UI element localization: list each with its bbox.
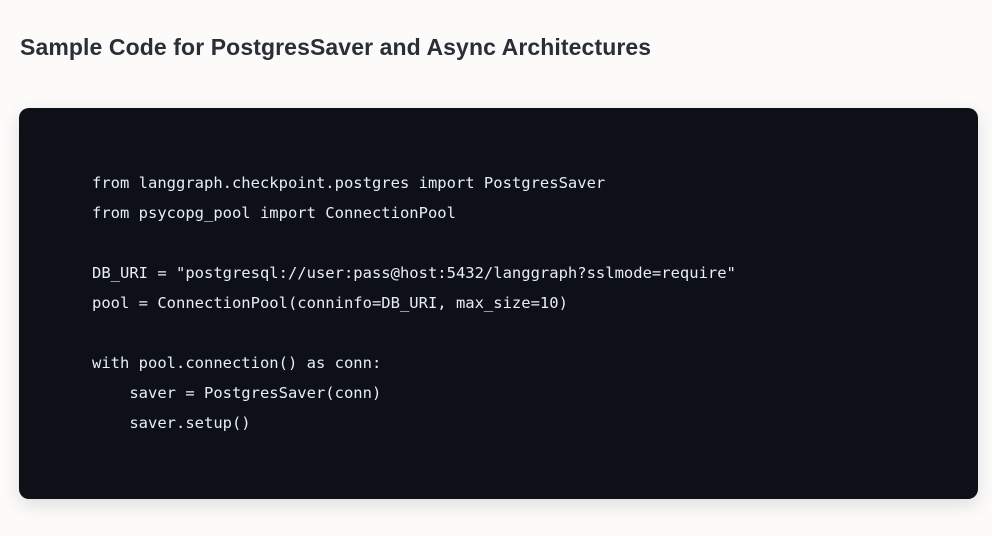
- code-block[interactable]: from langgraph.checkpoint.postgres impor…: [19, 108, 978, 499]
- code-line: from psycopg_pool import ConnectionPool: [92, 204, 456, 222]
- code-line: saver.setup(): [92, 414, 251, 432]
- code-line: DB_URI = "postgresql://user:pass@host:54…: [92, 264, 736, 282]
- code-content: from langgraph.checkpoint.postgres impor…: [92, 168, 736, 438]
- code-line: saver = PostgresSaver(conn): [92, 384, 382, 402]
- code-line: pool = ConnectionPool(conninfo=DB_URI, m…: [92, 294, 568, 312]
- section-title: Sample Code for PostgresSaver and Async …: [20, 34, 652, 60]
- code-line: with pool.connection() as conn:: [92, 354, 382, 372]
- code-line: from langgraph.checkpoint.postgres impor…: [92, 174, 606, 192]
